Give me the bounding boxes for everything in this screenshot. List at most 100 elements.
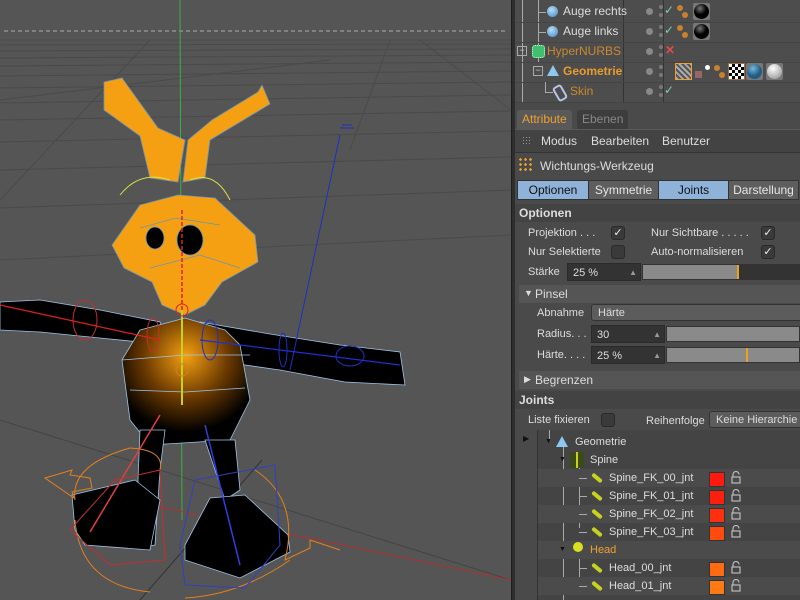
3d-viewport[interactable] — [0, 0, 511, 600]
subtab-darstellung[interactable]: Darstellung — [728, 180, 799, 200]
render-visibility-dot[interactable] — [659, 53, 663, 57]
tree-line — [579, 478, 587, 479]
render-visibility-dot[interactable] — [659, 65, 663, 69]
joint-name: Spine_FK_00_jnt — [609, 472, 694, 484]
slider-knob[interactable] — [746, 348, 749, 362]
reihenfolge-dropdown[interactable]: Keine Hierarchie — [709, 411, 800, 428]
attribute-menubar: Modus Bearbeiten Benutzer — [515, 129, 800, 153]
slider-knob[interactable] — [736, 265, 739, 279]
unlock-icon[interactable] — [731, 506, 741, 520]
editor-visibility-dot[interactable] — [646, 48, 653, 55]
blue-material-tag-icon[interactable] — [746, 63, 763, 80]
abnahme-dropdown[interactable]: Härte — [591, 304, 800, 321]
enabled-check-icon[interactable]: ✓ — [664, 3, 674, 17]
subtab-optionen[interactable]: Optionen — [517, 180, 589, 200]
grip-icon[interactable] — [522, 136, 532, 146]
joint-row[interactable]: Head_01_jnt — [538, 577, 800, 595]
black-material-tag-icon[interactable] — [693, 23, 710, 40]
render-visibility-dot[interactable] — [659, 45, 663, 49]
editor-visibility-dot[interactable] — [646, 8, 653, 15]
object-row-auge-links[interactable]: Auge links ✓ — [515, 22, 800, 43]
nur-sichtbare-checkbox[interactable]: ✓ — [761, 226, 775, 240]
staerke-input[interactable]: 25 % ▲ — [567, 263, 641, 281]
disabled-cross-icon[interactable]: ✕ — [665, 43, 675, 57]
hypernurbs-icon — [532, 45, 545, 58]
joint-color-swatch[interactable] — [709, 508, 725, 523]
expand-arrow-icon[interactable]: ▼ — [559, 456, 566, 463]
section-joints: Joints — [515, 391, 800, 409]
spinner-icon[interactable]: ▲ — [653, 326, 661, 344]
staerke-slider[interactable] — [642, 264, 800, 280]
editor-visibility-dot[interactable] — [646, 88, 653, 95]
render-visibility-dot[interactable] — [659, 25, 663, 29]
joint-row-geometrie[interactable]: ▼ Geometrie — [538, 433, 800, 451]
editor-visibility-dot[interactable] — [646, 68, 653, 75]
render-visibility-dot[interactable] — [659, 85, 663, 89]
joint-color-swatch[interactable] — [709, 562, 725, 577]
unlock-icon[interactable] — [731, 488, 741, 502]
joint-row[interactable]: Head_00_jnt — [538, 559, 800, 577]
weight-tool-icon — [518, 157, 534, 173]
spinner-icon[interactable]: ▲ — [653, 347, 661, 365]
joint-row[interactable]: Spine_FK_03_jnt — [538, 523, 800, 541]
checker-material-tag-icon[interactable] — [728, 63, 745, 80]
group-pinsel[interactable]: ▼ Pinsel — [519, 285, 800, 303]
spinner-icon[interactable]: ▲ — [629, 264, 637, 282]
render-visibility-dot[interactable] — [659, 73, 663, 77]
joint-row[interactable]: Spine_FK_02_jnt — [538, 505, 800, 523]
unlock-icon[interactable] — [731, 470, 741, 484]
joint-name: Head_01_jnt — [609, 580, 672, 592]
reihenfolge-label: Reihenfolge — [646, 415, 705, 427]
joint-color-swatch[interactable] — [709, 526, 725, 541]
list-expand-arrow-icon[interactable]: ▶ — [523, 434, 529, 443]
menu-bearbeiten[interactable]: Bearbeiten — [591, 134, 649, 148]
subtab-joints[interactable]: Joints — [658, 180, 729, 200]
render-visibility-dot[interactable] — [659, 13, 663, 17]
group-begrenzen[interactable]: ▶ Begrenzen — [519, 371, 800, 389]
black-material-tag-icon[interactable] — [693, 3, 710, 20]
auto-normalisieren-checkbox[interactable]: ✓ — [761, 245, 775, 259]
projektion-checkbox[interactable]: ✓ — [611, 226, 625, 240]
editor-visibility-dot[interactable] — [646, 28, 653, 35]
object-row-hypernurbs[interactable]: − HyperNURBS ✕ — [515, 42, 800, 63]
abnahme-label: Abnahme — [537, 307, 585, 319]
menu-benutzer[interactable]: Benutzer — [662, 134, 710, 148]
tree-line — [579, 568, 587, 569]
tab-ebenen[interactable]: Ebenen — [577, 110, 629, 129]
skin-tag-icon[interactable] — [695, 63, 712, 80]
radius-slider[interactable] — [666, 326, 800, 342]
unlock-icon[interactable] — [731, 578, 741, 592]
expand-arrow-icon[interactable]: ▼ — [559, 546, 566, 553]
object-row-auge-rechts[interactable]: Auge rechts ✓ — [515, 2, 800, 23]
expand-arrow-icon[interactable]: ▼ — [545, 438, 552, 445]
unlock-icon[interactable] — [731, 560, 741, 574]
joint-row[interactable]: Spine_FK_00_jnt — [538, 469, 800, 487]
collapse-toggle-icon[interactable]: − — [517, 46, 527, 56]
menu-modus[interactable]: Modus — [541, 134, 577, 148]
joint-color-swatch[interactable] — [709, 580, 725, 595]
joint-row-spine[interactable]: ▼ Spine — [538, 451, 800, 469]
haerte-slider[interactable] — [666, 347, 800, 363]
tab-attribute[interactable]: Attribute — [517, 110, 572, 129]
render-visibility-dot[interactable] — [659, 93, 663, 97]
haerte-input[interactable]: 25 % ▲ — [591, 346, 665, 364]
joint-color-swatch[interactable] — [709, 490, 725, 505]
enabled-check-icon[interactable]: ✓ — [664, 83, 674, 97]
render-visibility-dot[interactable] — [659, 5, 663, 9]
joint-row[interactable]: Spine_FK_01_jnt — [538, 487, 800, 505]
collapse-toggle-icon[interactable]: − — [533, 66, 543, 76]
joint-name: Spine_FK_01_jnt — [609, 490, 694, 502]
render-visibility-dot[interactable] — [659, 33, 663, 37]
unlock-icon[interactable] — [731, 524, 741, 538]
joint-row-head[interactable]: ▼ Head — [538, 541, 800, 559]
nur-selektierte-checkbox[interactable] — [611, 245, 625, 259]
object-row-skin[interactable]: Skin ✓ — [515, 82, 800, 103]
radius-input[interactable]: 30 ▲ — [591, 325, 665, 343]
enabled-check-icon[interactable]: ✓ — [664, 23, 674, 37]
subtab-symmetrie[interactable]: Symmetrie — [588, 180, 659, 200]
joint-color-swatch[interactable] — [709, 472, 725, 487]
object-row-geometrie[interactable]: − Geometrie — [515, 62, 800, 83]
white-material-tag-icon[interactable] — [766, 63, 783, 80]
liste-fixieren-checkbox[interactable] — [601, 413, 615, 427]
weight-tag-icon[interactable] — [675, 63, 692, 80]
